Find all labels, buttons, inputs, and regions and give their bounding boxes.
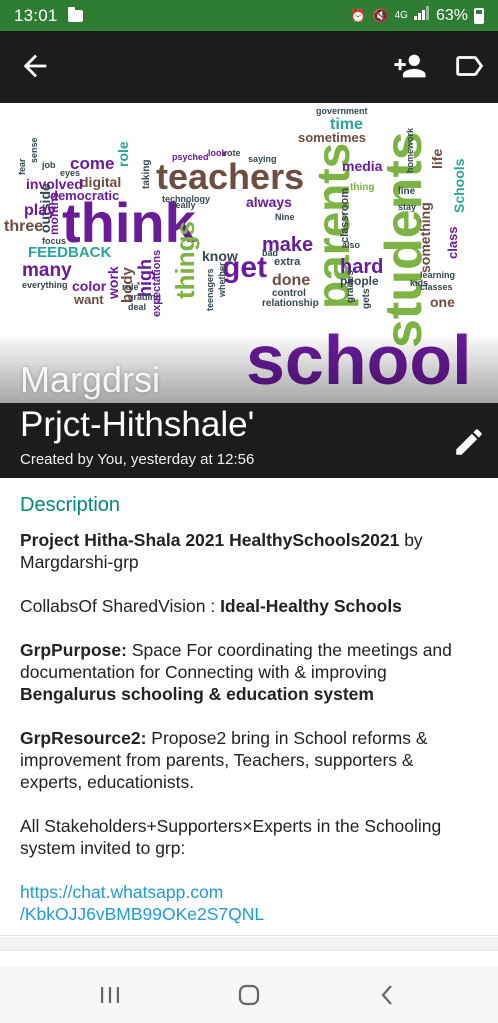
battery-percent: 63% (435, 6, 468, 24)
wordcloud-word: want (74, 292, 104, 307)
home-icon[interactable] (234, 981, 264, 1009)
description-bold-text: Bengalurus schooling & education system (20, 684, 374, 704)
description-text: CollabsOf SharedVision : (20, 596, 221, 616)
wordcloud-word: taking (141, 159, 152, 189)
folder-notification-icon (67, 6, 83, 22)
wordcloud-word: many (22, 260, 72, 281)
wordcloud-word: stay (398, 202, 417, 212)
wordcloud-word: three (4, 218, 44, 235)
wordcloud-word: color (72, 278, 107, 294)
wordcloud-word: focus (42, 236, 67, 246)
wordcloud-word: class (445, 226, 460, 259)
description-bold-text: GrpResource2: (20, 728, 147, 748)
wordcloud-word: classes (420, 282, 453, 292)
description-paragraph: CollabsOf SharedVision : Ideal-Healthy S… (20, 595, 478, 617)
wordcloud-word: gets (361, 288, 372, 309)
wordcloud-word: relationship (262, 298, 319, 309)
wordcloud-word: fear (17, 158, 27, 175)
invite-link[interactable]: https://chat.whatsapp.com /KbkOJJ6vBMB99… (20, 881, 478, 925)
wordcloud-word: media (342, 158, 383, 174)
wordcloud-word: deal (128, 302, 147, 312)
wordcloud-word: done (272, 272, 311, 289)
wordcloud-word: work (105, 266, 121, 299)
network-type: 4G (394, 10, 408, 21)
wordcloud-word: line (398, 186, 416, 197)
wordcloud-word: Schools (451, 158, 467, 213)
wordcloud-word: sense (29, 137, 39, 163)
wordcloud-word: psyched (172, 152, 209, 162)
invite-link-line[interactable]: /KbkOJJ6vBMB99OKe2S7QNL (20, 904, 264, 924)
description-paragraph: GrpPurpose: Space For coordinating the m… (20, 639, 478, 705)
wordcloud-word: classroom (339, 187, 351, 243)
wordcloud-word: job (42, 160, 56, 170)
add-participant-icon[interactable] (393, 49, 427, 83)
invite-link-line[interactable]: https://chat.whatsapp.com (20, 882, 223, 902)
group-created-info: Created by You, yesterday at 12:56 (20, 451, 255, 468)
status-time: 13:01 (14, 5, 58, 25)
wordcloud-word: teenagers (205, 268, 215, 311)
wordcloud-word: always (246, 194, 292, 210)
wordcloud-word: homework (405, 127, 415, 173)
wordcloud-word: eyes (60, 168, 81, 178)
wordcloud-word: also (342, 240, 361, 250)
system-nav-bar (0, 967, 498, 1023)
wordcloud-word: really (172, 200, 196, 210)
description-heading: Description (20, 494, 121, 516)
label-icon[interactable] (452, 49, 486, 83)
wordcloud-word: life (429, 148, 445, 169)
app-bar (0, 31, 498, 103)
battery-icon (474, 7, 484, 24)
wordcloud-word: thing (350, 182, 375, 193)
group-header-image: government time sometimes students teach… (0, 103, 498, 403)
wordcloud-word: rule (122, 282, 139, 292)
description-card: Description Project Hitha-Shala 2021 Hea… (0, 478, 498, 936)
signal-icon (413, 6, 430, 25)
wordcloud-word: teachers (156, 156, 305, 197)
wordcloud-word: expectations (151, 249, 163, 317)
description-bold-text: GrpPurpose: (20, 640, 127, 660)
description-bold-text: Project Hitha-Shala 2021 HealthySchools2… (20, 530, 400, 550)
description-bold-text: Ideal-Healthy Schools (220, 596, 402, 616)
wordcloud-word: Nine (275, 212, 295, 222)
wordcloud-word: FEEDBACK (28, 244, 112, 261)
wordcloud-word: one (430, 294, 455, 310)
wordcloud-word: grades (345, 270, 356, 303)
group-name: Prjct-Hithshale' (20, 405, 255, 444)
recent-apps-icon[interactable] (95, 981, 125, 1009)
alarm-icon: ⏰ (350, 7, 367, 23)
wordcloud-word: something (417, 202, 433, 273)
edit-pencil-icon[interactable] (452, 425, 486, 459)
wordcloud-word: things (170, 221, 200, 299)
wordcloud-word: vote (222, 148, 241, 158)
wordcloud-word: bad (262, 248, 279, 258)
wordcloud-word: everything (22, 280, 68, 290)
back-arrow-icon[interactable] (18, 49, 52, 83)
wordcloud-word: get (222, 251, 267, 284)
description-text: All Stakeholders+Supporters×Experts in t… (20, 816, 442, 858)
group-title-bar: Prjct-Hithshale' Created by You, yesterd… (0, 403, 498, 478)
description-paragraph: GrpResource2: Propose2 bring in School r… (20, 727, 478, 793)
wordcloud-word: learning (420, 270, 456, 280)
back-nav-icon[interactable] (373, 981, 403, 1009)
status-bar: 13:01 ⏰ 🔇 4G 63% (0, 0, 498, 31)
wordcloud-word: digital (80, 174, 122, 190)
wordcloud-word: saying (248, 154, 277, 164)
header-subname: Margdrsi (20, 359, 161, 400)
description-paragraph: Project Hitha-Shala 2021 HealthySchools2… (20, 529, 478, 573)
wordcloud-word: government (316, 106, 368, 116)
mute-icon: 🔇 (372, 7, 389, 23)
wordcloud-word: role (115, 141, 131, 167)
wordcloud-word: whether (217, 262, 227, 297)
wordcloud-word: months (47, 191, 61, 235)
wordcloud-word: extra (274, 256, 301, 268)
description-paragraph: All Stakeholders+Supporters×Experts in t… (20, 815, 478, 859)
